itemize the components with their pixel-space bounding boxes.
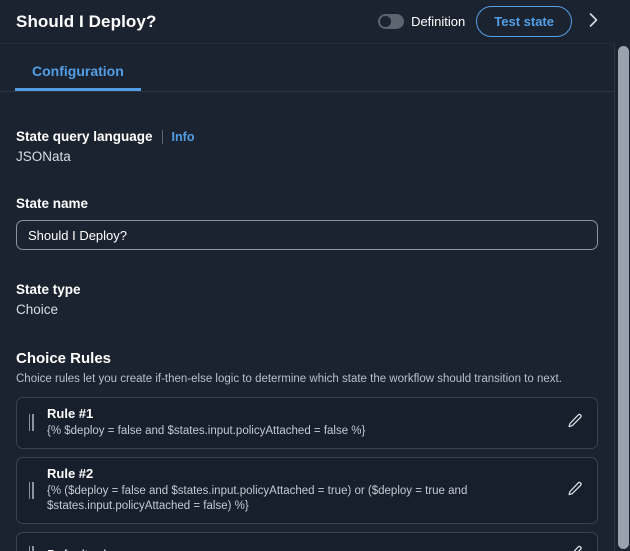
choice-rules-list: Rule #1 {% $deploy = false and $states.i…: [16, 397, 598, 551]
state-type-label: State type: [16, 282, 81, 297]
pencil-icon: [567, 481, 583, 500]
chevron-right-icon: [587, 11, 600, 32]
pencil-icon: [567, 545, 583, 551]
panel-scrollbar-track[interactable]: [614, 44, 630, 551]
rule-card[interactable]: Default rule: [16, 531, 598, 551]
state-query-language-value: JSONata: [16, 149, 71, 164]
definition-toggle[interactable]: [378, 14, 405, 29]
drag-handle-icon[interactable]: [25, 481, 37, 499]
collapse-panel-button[interactable]: [583, 9, 604, 34]
rule-card[interactable]: Rule #1 {% $deploy = false and $states.i…: [16, 397, 598, 449]
state-name-label: State name: [16, 196, 89, 211]
label-divider: [161, 129, 163, 144]
tab-strip: Configuration: [0, 63, 614, 92]
configuration-panel: State query language Info JSONata State …: [0, 113, 614, 551]
rule-title: Rule #2: [47, 465, 94, 481]
rule-title: Rule #1: [47, 406, 94, 421]
panel-header: Should I Deploy? Definition Test state: [0, 0, 614, 44]
drag-handle-icon[interactable]: [25, 414, 37, 432]
tab-configuration[interactable]: Configuration: [15, 63, 141, 91]
state-query-language-label: State query language: [16, 129, 153, 144]
drag-handle-icon[interactable]: [25, 546, 37, 551]
definition-toggle-group: Definition: [378, 14, 465, 29]
rule-content: Rule #2 {% ($deploy = false and $states.…: [37, 466, 557, 515]
rule-card[interactable]: Rule #2 {% ($deploy = false and $states.…: [16, 456, 598, 524]
choice-rules-heading: Choice Rules: [16, 350, 112, 367]
rule-expression: {% $deploy = false and $states.input.pol…: [47, 425, 366, 437]
definition-toggle-label: Definition: [411, 14, 466, 29]
choice-rules-description: Choice rules let you create if-then-else…: [16, 373, 562, 385]
rule-content: Default rule: [37, 547, 557, 551]
state-name-input[interactable]: [16, 220, 598, 250]
state-query-language-row: State query language Info: [16, 129, 598, 144]
tab-bar: Configuration: [0, 44, 614, 92]
info-link[interactable]: Info: [172, 130, 195, 144]
test-state-button[interactable]: Test state: [476, 6, 572, 37]
header-actions: Definition Test state: [378, 6, 604, 37]
rule-expression: {% ($deploy = false and $states.input.po…: [47, 484, 468, 513]
rule-content: Rule #1 {% $deploy = false and $states.i…: [37, 406, 557, 440]
panel-scrollbar-thumb[interactable]: [618, 46, 629, 549]
page-title: Should I Deploy?: [16, 11, 157, 31]
edit-rule-button[interactable]: [565, 411, 585, 434]
edit-rule-button[interactable]: [565, 479, 585, 502]
edit-rule-button[interactable]: [565, 543, 585, 551]
rule-title: Default rule: [47, 547, 557, 551]
pencil-icon: [567, 413, 583, 432]
state-type-value: Choice: [16, 302, 59, 317]
